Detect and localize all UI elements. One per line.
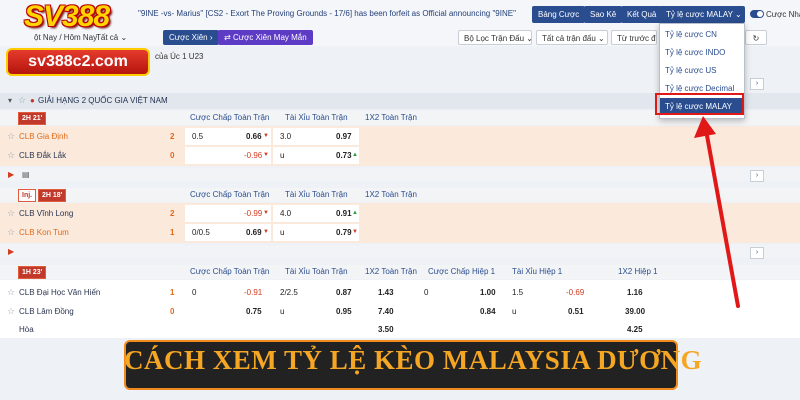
banner-title: CÁCH XEM TỶ LỆ KÈO MALAYSIA DƯƠNG (124, 345, 703, 375)
callout-arrow-head (694, 116, 716, 138)
callout-arrow-line (704, 128, 740, 308)
